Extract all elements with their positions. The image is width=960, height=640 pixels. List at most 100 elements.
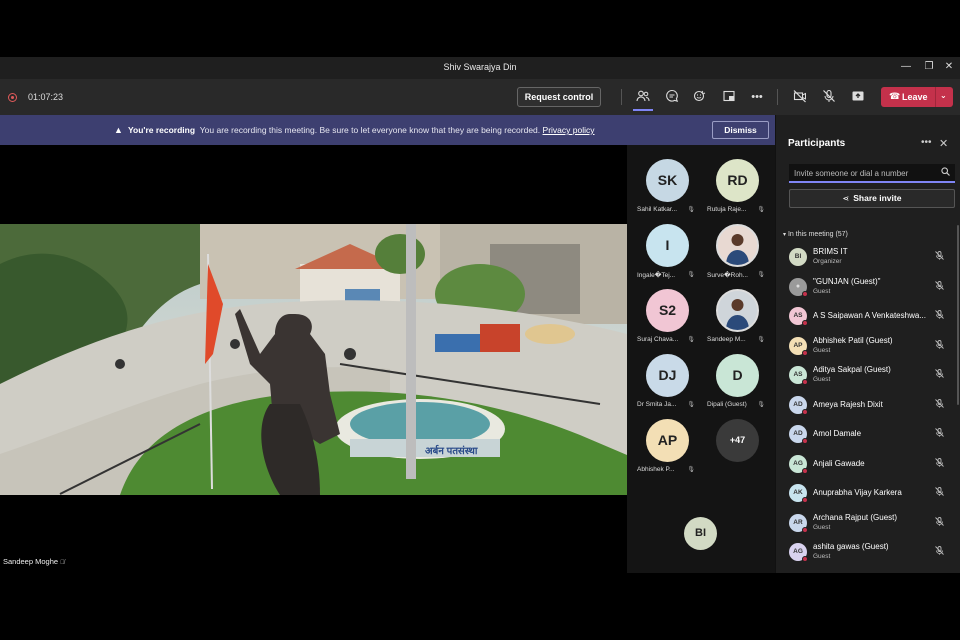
mic-off-icon[interactable] (935, 251, 944, 262)
participant-name: Amol Damale (813, 429, 862, 438)
participant-row[interactable]: AS A S Saipawan A Venkateshwa... (776, 302, 959, 330)
warning-icon: ▲ (114, 125, 123, 135)
user-icon: ● (795, 282, 801, 290)
status-dot (802, 408, 808, 415)
main-stage: अर्बन पतसंस्था Sandeep Moghe 🎙̸ (0, 145, 627, 573)
participants-panel: Participants ••• ✕ ⋖Share invite ▾ In th… (775, 115, 960, 573)
participant-row[interactable]: BI BRIMS IT Organizer (776, 243, 959, 271)
participant-avatar: +47 (716, 419, 759, 462)
mic-off-icon: 🎙 (687, 337, 695, 343)
mic-off-icon[interactable] (935, 546, 944, 557)
participant-initials: BI (794, 253, 802, 260)
participant-name: Archana Rajput (Guest) (813, 512, 898, 522)
participant-row[interactable]: AD Amol Damale (776, 420, 959, 448)
self-avatar[interactable]: BI (684, 517, 717, 550)
status-dot (802, 349, 808, 356)
chevron-down-icon[interactable]: ⌄ (940, 91, 947, 100)
mic-off-icon[interactable] (821, 89, 837, 105)
participant-tile[interactable]: Surve�Roh... 🎙 (703, 224, 773, 286)
close-panel-icon[interactable]: ✕ (939, 137, 948, 150)
participant-avatar: AG (789, 454, 808, 474)
participant-tile[interactable]: I Ingale�Tej... 🎙 (633, 224, 703, 286)
phone-hangup-icon: ☎ (889, 91, 901, 101)
participant-initials: AG (793, 548, 803, 555)
participant-initials: AS (793, 371, 803, 378)
mic-off-icon[interactable] (935, 280, 944, 292)
chevron-down-icon: ▾ (783, 232, 787, 238)
participants-title: Participants (788, 138, 846, 149)
participant-initials: AG (793, 459, 803, 467)
participant-row[interactable]: AP Abhishek Patil (Guest) Guest (776, 332, 959, 360)
participant-row[interactable]: AD Ameya Rajesh Dixit (776, 391, 959, 419)
mic-off-icon[interactable] (935, 487, 944, 498)
minimize-icon[interactable]: — (899, 61, 913, 72)
mic-off-icon: 🎙̸ (60, 560, 65, 566)
invite-search (789, 164, 955, 183)
shared-video: अर्बन पतसंस्था (0, 224, 627, 495)
participants-icon[interactable] (633, 89, 653, 111)
invite-search-input[interactable] (794, 167, 934, 179)
participant-tile[interactable]: D Dipali (Guest) 🎙 (703, 354, 773, 416)
more-options-icon[interactable]: ••• (921, 137, 932, 148)
mic-off-icon[interactable] (935, 310, 944, 321)
restore-icon[interactable]: ❐ (922, 61, 936, 72)
toolbar-divider (621, 89, 622, 105)
participant-row[interactable]: ● "GUNJAN (Guest)" Guest (776, 273, 959, 301)
participant-avatar: AS (789, 366, 808, 385)
participant-name: BRIMS IT (813, 247, 848, 256)
mic-off-icon[interactable] (935, 428, 944, 439)
request-control-button[interactable]: Request control (517, 87, 601, 107)
participant-tile[interactable]: S2 Suraj Chava... 🎙 (633, 289, 703, 351)
mic-off-icon[interactable] (935, 516, 944, 528)
more-actions-icon[interactable]: ••• (749, 89, 765, 105)
participant-avatar: AK (789, 484, 808, 503)
status-dot (802, 467, 808, 474)
participant-avatar: S2 (646, 289, 689, 332)
participant-row[interactable]: AG Anjali Gawade (776, 450, 959, 478)
panel-scrollbar[interactable] (957, 225, 959, 405)
close-window-icon[interactable]: ✕ (942, 61, 956, 72)
status-dot (802, 497, 808, 503)
mic-off-icon[interactable] (935, 369, 944, 380)
status-dot (802, 290, 808, 297)
share-icon: ⋖ (842, 194, 850, 203)
participant-tile[interactable]: +47 (703, 419, 773, 481)
participant-name: ashita gawas (Guest) (813, 542, 889, 551)
participant-row[interactable]: AR Archana Rajput (Guest) Guest (776, 509, 959, 537)
participant-initials: AS (793, 312, 803, 319)
participant-row[interactable]: AK Anuprabha Vijay Karkera (776, 479, 959, 507)
chat-icon[interactable] (664, 89, 680, 105)
recording-message: You are recording this meeting. Be sure … (199, 125, 541, 135)
participant-name: Anjali Gawade (813, 458, 865, 468)
camera-off-icon[interactable] (792, 89, 808, 105)
participant-name: Aditya Sakpal (Guest) (813, 365, 891, 374)
video-grid: SK Sahil Katkar... 🎙 RD Rutuja Raje... 🎙 I Inga… (627, 145, 775, 573)
mic-off-icon: 🎙 (687, 467, 695, 473)
mic-off-icon[interactable] (935, 457, 944, 469)
share-invite-button[interactable]: ⋖ Share invite (789, 189, 955, 208)
mic-off-icon[interactable] (935, 339, 944, 351)
participant-row[interactable]: AS Aditya Sakpal (Guest) Guest (776, 361, 959, 389)
mic-off-icon[interactable] (935, 398, 944, 410)
in-meeting-section[interactable]: ▾ In this meeting (57) (783, 231, 848, 238)
share-screen-icon[interactable] (850, 89, 866, 105)
mic-off-icon: 🎙 (757, 337, 765, 343)
participant-role: Guest (813, 346, 831, 354)
breakout-rooms-icon[interactable] (721, 89, 737, 105)
participant-tile[interactable]: DJ Dr Smita Ja... 🎙 (633, 354, 703, 416)
leave-button[interactable]: ☎ Leave ⌄ (881, 87, 953, 107)
share-invite-label: Share invite (853, 193, 902, 203)
participant-row[interactable]: AG ashita gawas (Guest) Guest (776, 538, 959, 566)
dismiss-button[interactable]: Dismiss (712, 121, 769, 139)
privacy-policy-link[interactable]: Privacy policy (543, 125, 595, 135)
recording-title: You're recording (128, 125, 196, 135)
participant-role: Guest (813, 376, 831, 383)
participant-tile[interactable]: SK Sahil Katkar... 🎙 (633, 159, 703, 221)
participant-avatar: ● (789, 277, 808, 297)
participant-tile[interactable]: RD Rutuja Raje... 🎙 (703, 159, 773, 221)
search-icon[interactable] (941, 167, 950, 178)
reactions-icon[interactable] (692, 89, 708, 105)
participant-tile[interactable]: Sandeep M... 🎙 (703, 289, 773, 351)
participant-avatar: AP (789, 336, 808, 356)
participant-tile[interactable]: AP Abhishek P... 🎙 (633, 419, 703, 481)
